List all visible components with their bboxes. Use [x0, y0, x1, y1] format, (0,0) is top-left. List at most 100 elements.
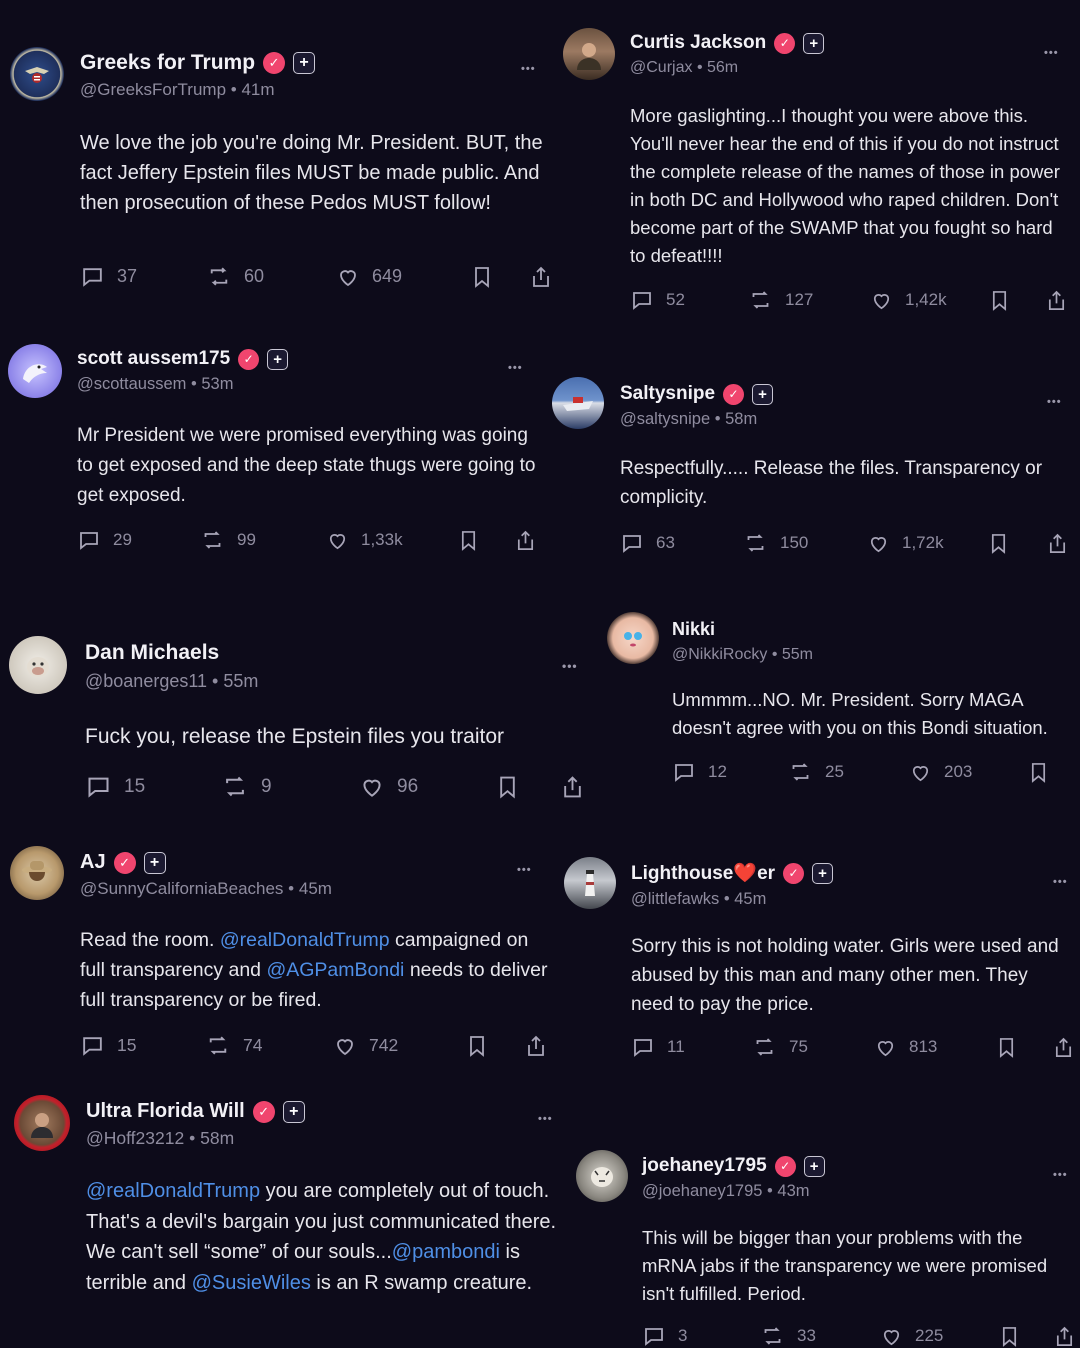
- user-name[interactable]: Curtis Jackson: [630, 32, 766, 54]
- follow-plus-button[interactable]: +: [282, 1100, 305, 1123]
- repost-button[interactable]: 60: [206, 264, 336, 289]
- repost-button[interactable]: 74: [205, 1033, 333, 1058]
- mention-link[interactable]: @SusieWiles: [192, 1272, 311, 1294]
- post-time: 41m: [241, 80, 275, 99]
- reply-button[interactable]: 3: [642, 1324, 760, 1348]
- repost-button[interactable]: 127: [748, 288, 870, 312]
- like-button[interactable]: 203: [909, 761, 1029, 784]
- mention-link[interactable]: @realDonaldTrump: [86, 1180, 260, 1202]
- user-handle[interactable]: @GreeksForTrump: [80, 80, 226, 99]
- mention-link[interactable]: @realDonaldTrump: [220, 929, 390, 951]
- avatar[interactable]: [552, 377, 604, 429]
- follow-plus-button[interactable]: +: [803, 32, 825, 54]
- user-name[interactable]: Greeks for Trump: [80, 51, 255, 75]
- more-options-icon[interactable]: •••: [1053, 876, 1068, 888]
- follow-plus-button[interactable]: +: [812, 862, 834, 884]
- like-button[interactable]: 1,33k: [326, 529, 459, 552]
- follow-plus-button[interactable]: +: [267, 348, 289, 370]
- like-button[interactable]: 96: [359, 774, 497, 800]
- user-name[interactable]: joehaney1795: [642, 1155, 767, 1177]
- bookmark-button[interactable]: [472, 265, 530, 289]
- user-name[interactable]: AJ: [80, 851, 106, 874]
- repost-button[interactable]: 150: [743, 531, 867, 555]
- like-button[interactable]: 225: [880, 1325, 1000, 1348]
- user-handle[interactable]: @saltysnipe: [620, 410, 710, 428]
- reply-button[interactable]: 11: [631, 1035, 752, 1059]
- avatar[interactable]: [10, 846, 64, 900]
- avatar[interactable]: [14, 1095, 70, 1151]
- share-button[interactable]: [530, 265, 552, 289]
- share-button[interactable]: [561, 774, 584, 800]
- repost-button[interactable]: 99: [200, 528, 326, 552]
- user-name[interactable]: Lighthouse❤️er: [631, 861, 775, 885]
- bookmark-button[interactable]: [467, 1034, 525, 1058]
- more-options-icon[interactable]: •••: [508, 362, 523, 374]
- user-name[interactable]: Saltysnipe: [620, 383, 715, 405]
- mention-link[interactable]: @AGPamBondi: [266, 959, 404, 981]
- share-button[interactable]: [1054, 1325, 1075, 1348]
- share-button[interactable]: [1047, 532, 1068, 555]
- mention-link[interactable]: @pambondi: [392, 1241, 500, 1263]
- avatar[interactable]: [8, 344, 62, 398]
- bookmark-icon: [991, 533, 1006, 554]
- avatar[interactable]: [607, 612, 659, 664]
- repost-button[interactable]: 33: [760, 1324, 880, 1348]
- like-button[interactable]: 1,42k: [870, 289, 990, 312]
- reply-button[interactable]: 52: [630, 288, 748, 312]
- reply-button[interactable]: 29: [77, 528, 200, 552]
- avatar[interactable]: [9, 636, 67, 694]
- reply-button[interactable]: 37: [80, 264, 206, 289]
- separator-dot: •: [230, 80, 237, 99]
- repost-button[interactable]: 25: [788, 760, 909, 784]
- user-handle[interactable]: @NikkiRocky: [672, 646, 767, 663]
- follow-plus-button[interactable]: +: [752, 383, 774, 405]
- reply-button[interactable]: 15: [80, 1033, 205, 1058]
- user-name[interactable]: scott aussem175: [77, 348, 230, 370]
- user-handle[interactable]: @joehaney1795: [642, 1182, 762, 1200]
- user-handle[interactable]: @SunnyCaliforniaBeaches: [80, 879, 283, 898]
- more-options-icon[interactable]: •••: [1047, 396, 1062, 408]
- bookmark-button[interactable]: [497, 774, 561, 800]
- share-button[interactable]: [515, 529, 536, 552]
- user-handle[interactable]: @littlefawks: [631, 890, 719, 908]
- follow-plus-button[interactable]: +: [803, 1155, 825, 1177]
- user-handle[interactable]: @Curjax: [630, 59, 692, 76]
- more-options-icon[interactable]: •••: [562, 659, 578, 673]
- user-handle[interactable]: @Hoff23212: [86, 1128, 184, 1148]
- bookmark-button[interactable]: [1029, 761, 1048, 784]
- bookmark-button[interactable]: [459, 529, 515, 552]
- repost-button[interactable]: 75: [752, 1035, 874, 1059]
- repost-button[interactable]: 9: [221, 773, 359, 800]
- bookmark-button[interactable]: [989, 532, 1047, 555]
- like-button[interactable]: 1,72k: [867, 532, 989, 555]
- bookmark-button[interactable]: [1000, 1325, 1054, 1348]
- user-handle[interactable]: @boanerges11: [85, 671, 207, 691]
- reply-button[interactable]: 15: [85, 773, 221, 800]
- bookmark-button[interactable]: [997, 1036, 1053, 1059]
- like-button[interactable]: 813: [874, 1036, 997, 1059]
- user-name[interactable]: Nikki: [672, 619, 715, 640]
- share-button[interactable]: [1046, 289, 1067, 312]
- more-options-icon[interactable]: •••: [538, 1113, 553, 1125]
- share-button[interactable]: [1053, 1036, 1074, 1059]
- reply-button[interactable]: 12: [672, 760, 788, 784]
- post-text: @realDonaldTrump you are completely out …: [86, 1176, 564, 1298]
- bookmark-button[interactable]: [990, 289, 1046, 312]
- more-options-icon[interactable]: •••: [521, 63, 536, 75]
- avatar[interactable]: [10, 47, 64, 101]
- share-button[interactable]: [525, 1034, 547, 1058]
- like-button[interactable]: 742: [333, 1034, 467, 1058]
- follow-plus-button[interactable]: +: [293, 52, 316, 74]
- user-name[interactable]: Dan Michaels: [85, 641, 219, 665]
- user-handle[interactable]: @scottaussem: [77, 375, 186, 393]
- avatar[interactable]: [576, 1150, 628, 1202]
- user-name[interactable]: Ultra Florida Will: [86, 1100, 245, 1123]
- reply-button[interactable]: 63: [620, 531, 743, 555]
- avatar[interactable]: [564, 857, 616, 909]
- more-options-icon[interactable]: •••: [1044, 47, 1059, 59]
- follow-plus-button[interactable]: +: [143, 851, 166, 874]
- more-options-icon[interactable]: •••: [1053, 1169, 1068, 1181]
- avatar[interactable]: [563, 28, 615, 80]
- like-button[interactable]: 649: [336, 265, 472, 289]
- more-options-icon[interactable]: •••: [517, 864, 532, 876]
